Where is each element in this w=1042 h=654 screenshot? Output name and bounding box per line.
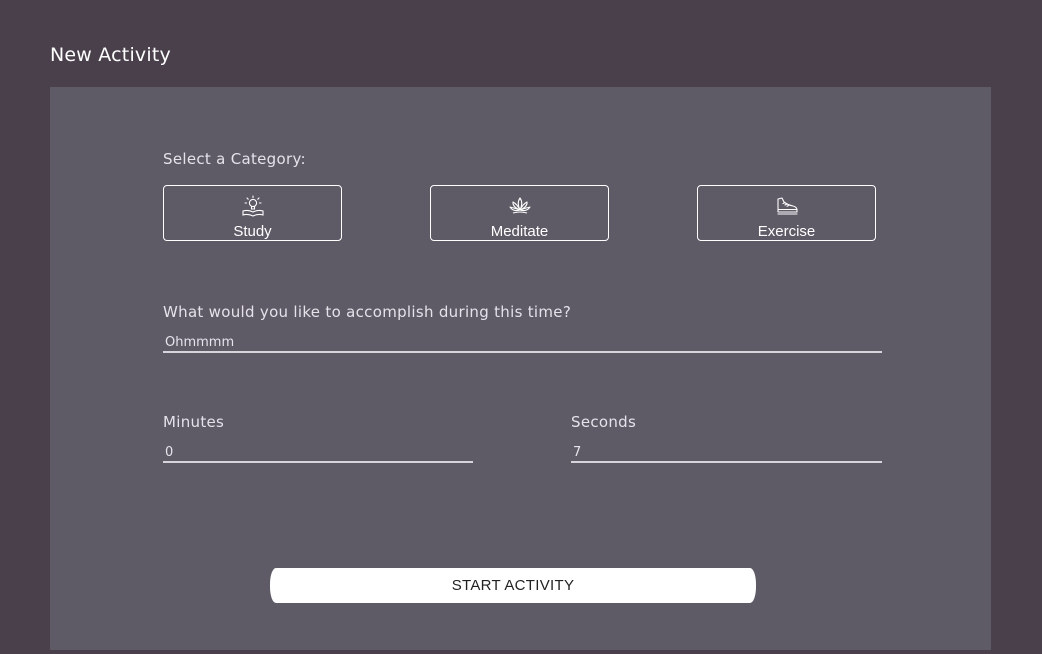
category-label: Select a Category: <box>163 150 306 168</box>
start-activity-button[interactable]: START ACTIVITY <box>270 568 756 603</box>
category-label-meditate: Meditate <box>490 223 549 240</box>
new-activity-form: Select a Category: Study Meditate Exerci… <box>50 87 991 650</box>
seconds-input[interactable] <box>571 443 882 463</box>
category-button-meditate[interactable]: Meditate <box>430 185 609 241</box>
category-button-study[interactable]: Study <box>163 185 342 241</box>
goal-label: What would you like to accomplish during… <box>163 303 572 321</box>
sneaker-icon <box>776 197 798 215</box>
lotus-icon <box>508 197 531 214</box>
goal-input[interactable] <box>163 333 882 353</box>
category-button-exercise[interactable]: Exercise <box>697 185 876 241</box>
lightbulb-book-icon <box>241 195 264 217</box>
minutes-input[interactable] <box>163 443 473 463</box>
seconds-label: Seconds <box>571 413 637 431</box>
category-label-exercise: Exercise <box>757 223 816 240</box>
category-label-study: Study <box>233 223 272 240</box>
minutes-label: Minutes <box>163 413 225 431</box>
page-title: New Activity <box>50 44 171 66</box>
